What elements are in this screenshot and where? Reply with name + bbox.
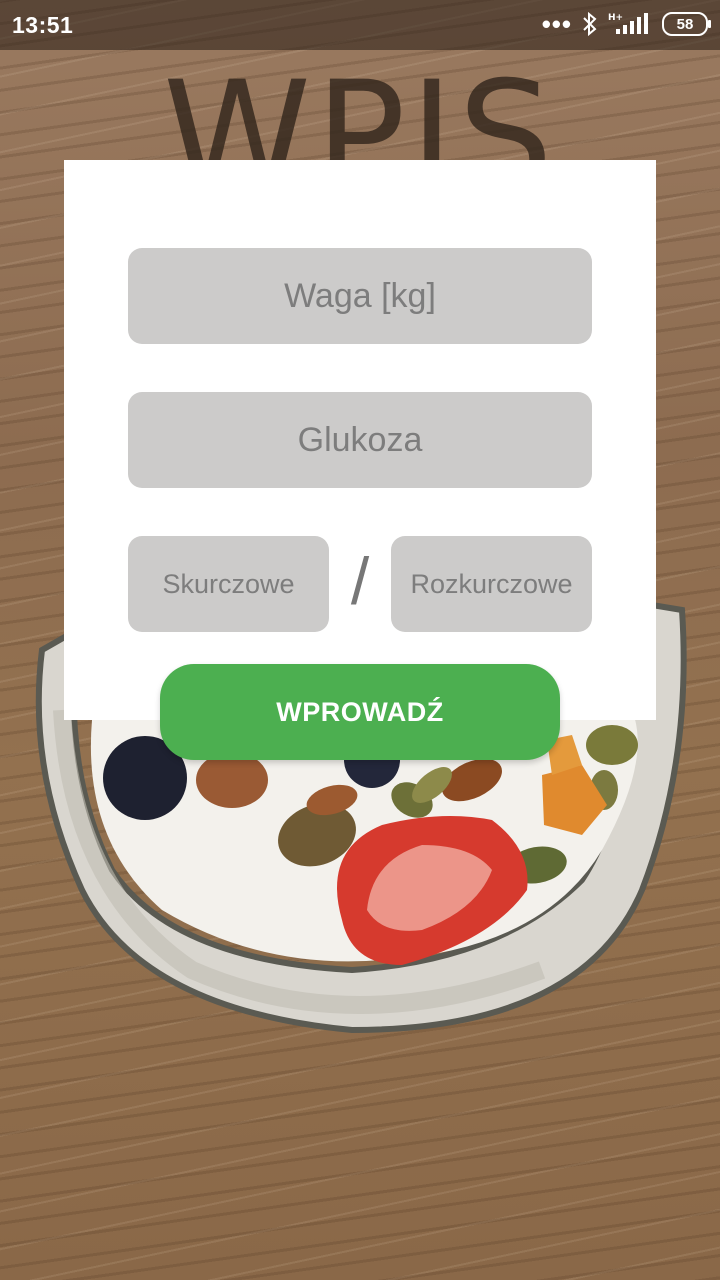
bluetooth-icon [583, 12, 597, 36]
glucose-input[interactable]: Glukoza [128, 392, 592, 488]
status-icons: ••• H+ 58 [541, 9, 711, 39]
more-dots-icon: ••• [541, 9, 572, 39]
entry-form-card: Waga [kg] Glukoza Skurczowe / Rozkurczow… [64, 160, 656, 720]
systolic-input[interactable]: Skurczowe [128, 536, 329, 632]
signal-icon: H+ [608, 13, 648, 34]
screen: 13:51 ••• H+ 58 WPIS Waga [kg] Glukoza S… [0, 0, 720, 1280]
status-time: 13:51 [12, 12, 74, 38]
battery-icon: 58 [662, 12, 711, 36]
submit-button[interactable]: WPROWADŹ [160, 664, 560, 760]
weight-input[interactable]: Waga [kg] [128, 248, 592, 344]
status-bar: 13:51 ••• H+ 58 [0, 0, 720, 50]
network-type-label: H+ [608, 13, 623, 23]
blood-pressure-separator: / [350, 544, 370, 618]
diastolic-input[interactable]: Rozkurczowe [391, 536, 592, 632]
